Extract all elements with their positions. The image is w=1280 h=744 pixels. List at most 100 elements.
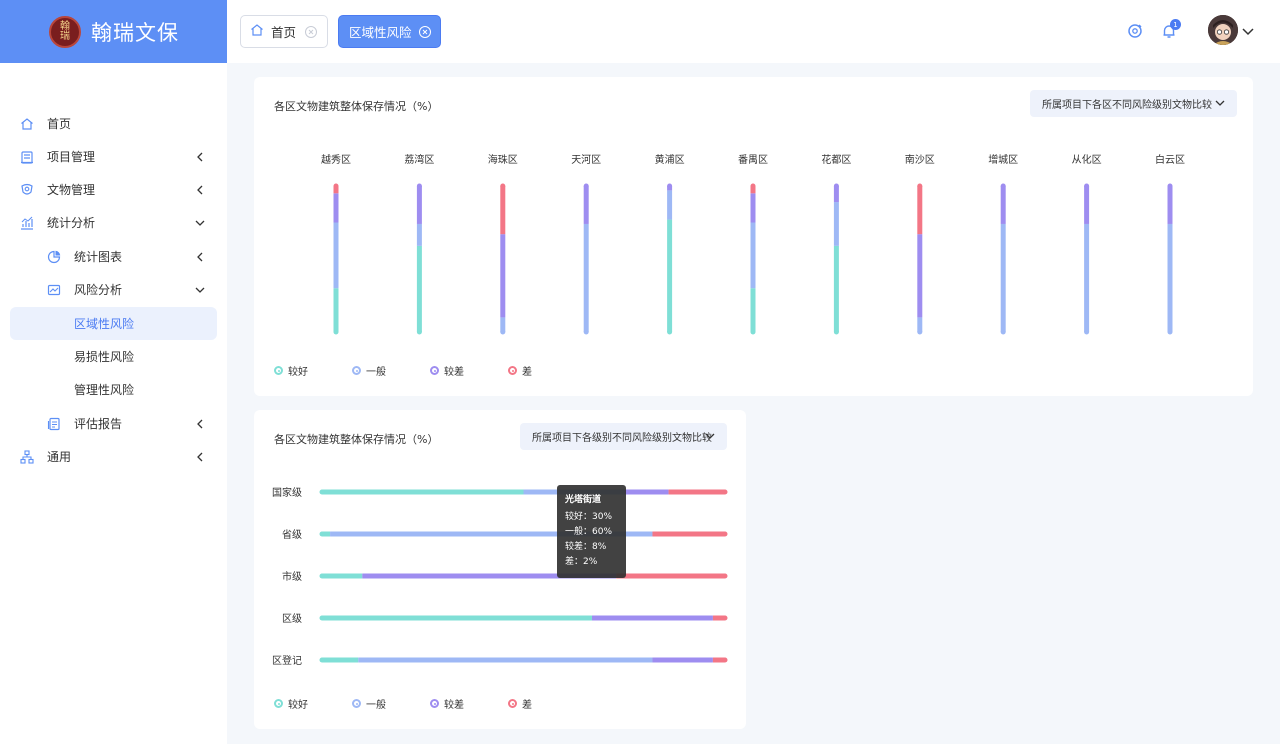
- legend-item[interactable]: 较差: [430, 696, 464, 711]
- bar-segment: [322, 489, 524, 495]
- bar-segment: [333, 288, 339, 332]
- sidebar-item-regional-risk[interactable]: 区域性风险: [10, 307, 217, 340]
- sidebar-item-statistics[interactable]: 统计分析: [10, 206, 217, 239]
- bar-cap: [1000, 329, 1006, 335]
- legend-item[interactable]: 较差: [430, 363, 464, 378]
- legend-item[interactable]: 差: [508, 363, 532, 378]
- category-label: 市级: [282, 570, 302, 583]
- close-icon[interactable]: [304, 25, 318, 39]
- bar-cap: [917, 183, 923, 189]
- report-icon: [46, 416, 62, 432]
- chart-card-districts: 各区文物建筑整体保存情况（%） 所属项目下各区不同风险级别文物比较 越秀区 荔湾区…: [254, 77, 1253, 396]
- bar-cap: [333, 183, 339, 189]
- chevron-left-icon: [195, 252, 205, 262]
- bar-segment: [667, 190, 673, 220]
- legend-label: 较差: [444, 700, 464, 711]
- bar-cap: [319, 615, 325, 621]
- category-label: 荔湾区: [404, 153, 434, 166]
- sidebar-item-relics[interactable]: 文物管理: [10, 173, 217, 206]
- bar-cap: [917, 329, 923, 335]
- category-label: 番禺区: [738, 154, 768, 166]
- legend-item[interactable]: 一般: [352, 363, 386, 378]
- refresh-icon[interactable]: [1126, 22, 1144, 40]
- category-label: 区级: [282, 613, 302, 625]
- bar-cap: [722, 573, 728, 579]
- legend-item[interactable]: 差: [508, 696, 532, 711]
- bar-segment: [652, 531, 725, 537]
- chevron-left-icon: [195, 185, 205, 195]
- bar-segment: [1167, 186, 1173, 224]
- legend-dot-icon: [352, 366, 361, 375]
- legend-item[interactable]: 较好: [274, 696, 308, 711]
- bar-segment: [1167, 223, 1173, 332]
- sidebar-item-stat-charts[interactable]: 统计图表: [10, 240, 217, 273]
- bar-segment: [917, 186, 923, 235]
- bar-segment: [416, 245, 422, 332]
- bar-segment: [833, 245, 839, 332]
- bar-cap: [1167, 183, 1173, 189]
- sidebar-item-reports[interactable]: 评估报告: [10, 407, 217, 440]
- bar-segment: [917, 234, 923, 318]
- sidebar-item-general[interactable]: 通用: [10, 440, 217, 473]
- tab-home[interactable]: 首页: [240, 15, 328, 48]
- chevron-down-icon: [705, 432, 715, 440]
- bar-cap: [500, 183, 506, 189]
- tooltip-line: 较差：8%: [565, 542, 607, 552]
- bar-cap: [833, 329, 839, 335]
- legend-label: 较好: [288, 700, 308, 711]
- avatar[interactable]: [1208, 15, 1238, 45]
- compare-dropdown-value: 所属项目下各级别不同风险级别文物比较: [532, 433, 712, 444]
- chevron-down-icon[interactable]: [1242, 22, 1254, 40]
- bar-segment: [750, 193, 756, 223]
- bar-segment: [500, 186, 506, 235]
- category-label: 越秀区: [321, 153, 351, 166]
- bar-cap: [1000, 183, 1006, 189]
- legend-dot-icon: [508, 366, 517, 375]
- chart-legend: 较好 一般 较差 差: [274, 696, 576, 711]
- sidebar-item-management-risk[interactable]: 管理性风险: [10, 373, 217, 406]
- compare-dropdown[interactable]: 所属项目下各级别不同风险级别文物比较: [520, 423, 727, 450]
- legend-item[interactable]: 较好: [274, 363, 308, 378]
- bar-cap: [1084, 329, 1090, 335]
- chevron-down-icon: [1215, 99, 1225, 107]
- category-label: 从化区: [1072, 153, 1102, 166]
- legend-label: 较好: [288, 367, 308, 378]
- bar-segment: [1084, 223, 1090, 332]
- bar-segment: [667, 219, 673, 332]
- notification-badge: 1: [1170, 19, 1181, 30]
- close-icon[interactable]: [418, 25, 432, 39]
- bar-cap: [722, 531, 728, 537]
- project-icon: [19, 149, 35, 165]
- bar-segment: [833, 202, 839, 246]
- legend-label: 一般: [366, 700, 386, 711]
- category-label: 白云区: [1155, 153, 1185, 166]
- bar-segment: [624, 489, 669, 495]
- bar-cap: [416, 329, 422, 335]
- category-label: 区登记: [272, 654, 302, 667]
- sidebar-item-risk-analysis[interactable]: 风险分析: [10, 273, 217, 306]
- bar-cap: [722, 615, 728, 621]
- tooltip-line: 一般：60%: [565, 527, 613, 537]
- bar-segment: [1084, 186, 1090, 224]
- bar-segment: [322, 657, 359, 663]
- category-label: 天河区: [571, 154, 601, 166]
- bar-segment: [416, 223, 422, 246]
- tooltip-line: 较好：30%: [565, 512, 613, 522]
- bar-cap: [416, 183, 422, 189]
- sidebar-item-home[interactable]: 首页: [10, 107, 217, 140]
- chevron-left-icon: [195, 419, 205, 429]
- legend-item[interactable]: 一般: [352, 696, 386, 711]
- legend-dot-icon: [430, 366, 439, 375]
- legend-label: 差: [522, 700, 532, 711]
- bar-cap: [319, 489, 325, 495]
- bar-cap: [319, 573, 325, 579]
- compare-dropdown[interactable]: 所属项目下各区不同风险级别文物比较: [1030, 90, 1237, 117]
- relic-icon: [19, 182, 35, 198]
- bar-cap: [319, 531, 325, 537]
- bar-segment: [333, 193, 339, 223]
- tab-regional-risk[interactable]: 区域性风险: [338, 15, 441, 48]
- chart-card-levels: 各区文物建筑整体保存情况（%） 所属项目下各级别不同风险级别文物比较 国家级 省级…: [254, 410, 746, 729]
- bar-segment: [322, 615, 593, 621]
- sidebar-item-projects[interactable]: 项目管理: [10, 140, 217, 173]
- sidebar-item-vulnerability-risk[interactable]: 易损性风险: [10, 340, 217, 373]
